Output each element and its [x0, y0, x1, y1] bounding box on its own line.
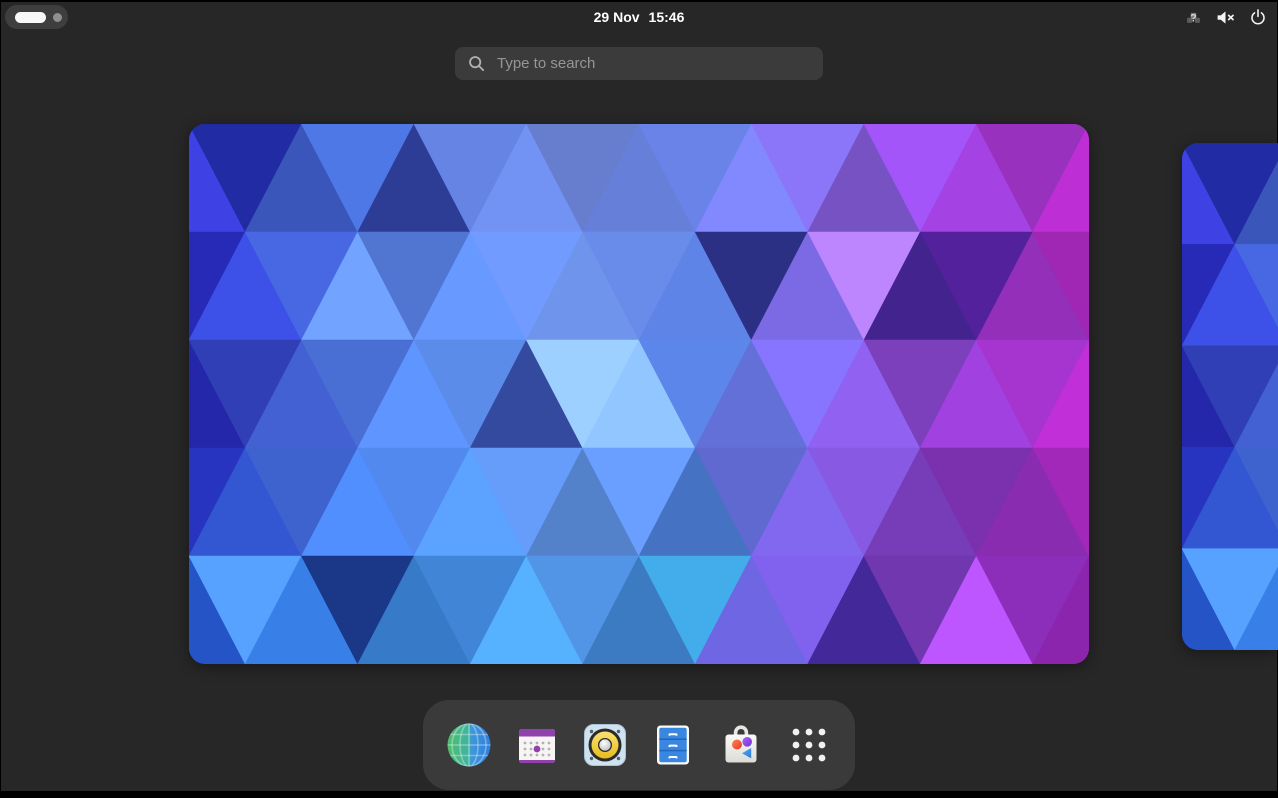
dock-app-files[interactable]: [649, 721, 697, 769]
dock-app-calendar[interactable]: [513, 721, 561, 769]
svg-text:?: ?: [1190, 12, 1196, 24]
search-input[interactable]: [495, 54, 811, 73]
globe-icon: [445, 721, 493, 769]
gnome-activities-overview: 29 Nov 15:46 ?: [1, 2, 1277, 791]
clock-time: 15:46: [649, 9, 685, 25]
wallpaper-next: [1182, 143, 1278, 650]
search-icon: [467, 54, 486, 73]
dock: [423, 700, 855, 790]
wallpaper-current: [189, 124, 1089, 664]
app-grid-icon: [785, 721, 833, 769]
clock-menu-button[interactable]: 29 Nov 15:46: [1, 2, 1277, 32]
shopping-bag-icon: [717, 721, 765, 769]
clock-date: 29 Nov: [594, 9, 640, 25]
dock-show-apps[interactable]: [785, 721, 833, 769]
volume-muted-icon[interactable]: [1215, 8, 1236, 27]
dock-app-web[interactable]: [445, 721, 493, 769]
system-status-area[interactable]: ?: [1185, 2, 1267, 32]
calendar-icon: [513, 721, 561, 769]
dock-app-music[interactable]: [581, 721, 629, 769]
filing-cabinet-icon: [649, 721, 697, 769]
dock-app-software[interactable]: [717, 721, 765, 769]
power-icon[interactable]: [1249, 8, 1267, 26]
workspace-preview-next[interactable]: [1182, 143, 1278, 650]
search-bar[interactable]: [455, 47, 823, 80]
network-question-icon[interactable]: ?: [1185, 9, 1202, 26]
top-bar: 29 Nov 15:46 ?: [1, 2, 1277, 32]
workspace-preview-current[interactable]: [189, 124, 1089, 664]
speaker-icon: [581, 721, 629, 769]
